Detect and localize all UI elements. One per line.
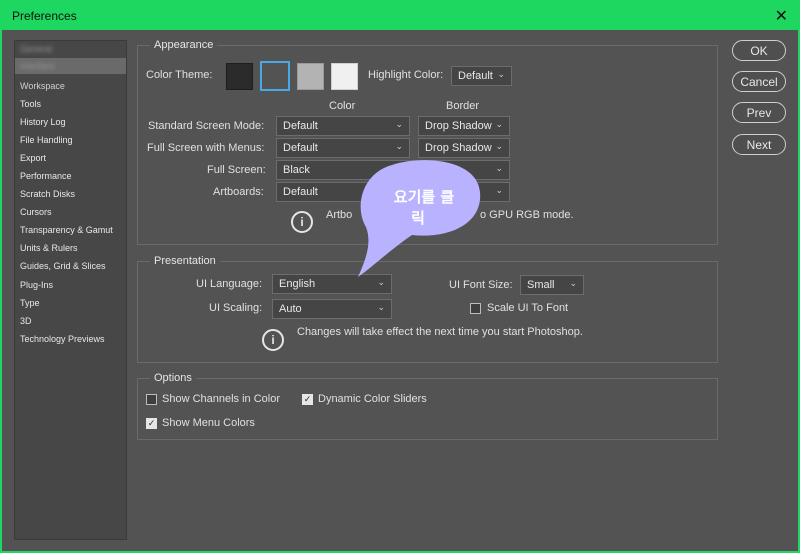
- sidebar-item-performance[interactable]: Performance: [20, 171, 72, 181]
- sidebar-item-guides-grid-slices[interactable]: Guides, Grid & Slices: [20, 261, 106, 271]
- annotation-bubble: 요기를 클 릭: [358, 160, 481, 277]
- scale-ui-to-font-checkbox[interactable]: [470, 303, 481, 314]
- chevron-down-icon: ⌄: [495, 119, 503, 129]
- preferences-window: Preferences ✕ General Interface Workspac…: [0, 0, 800, 553]
- highlight-color-label: Highlight Color:: [368, 69, 444, 81]
- prev-button[interactable]: Prev: [732, 102, 786, 123]
- sidebar-item-transparency-gamut[interactable]: Transparency & Gamut: [20, 225, 113, 235]
- next-button[interactable]: Next: [732, 134, 786, 155]
- ui-scaling-label: UI Scaling:: [209, 302, 263, 314]
- options-title: Options: [150, 372, 196, 384]
- chevron-down-icon: ⌄: [495, 185, 503, 195]
- artboards-note-start: Artbo: [326, 209, 353, 221]
- ui-scaling-dropdown[interactable]: Auto ⌄: [272, 299, 392, 319]
- sidebar-item-type[interactable]: Type: [20, 298, 40, 308]
- ok-button[interactable]: OK: [732, 40, 786, 61]
- full-screen-menus-color-dropdown[interactable]: Default ⌄: [276, 138, 410, 158]
- theme-swatch-darkest[interactable]: [226, 63, 253, 90]
- annotation-text-line2: 릭: [411, 209, 425, 227]
- artboards-note-end: o GPU RGB mode.: [480, 209, 574, 221]
- border-column-header: Border: [446, 100, 480, 112]
- ui-font-size-dropdown[interactable]: Small ⌄: [520, 275, 584, 295]
- highlight-color-value: Default: [458, 70, 493, 82]
- window-title: Preferences: [12, 9, 77, 23]
- info-icon: i: [291, 211, 313, 233]
- full-screen-menus-label: Full Screen with Menus:: [147, 142, 265, 154]
- chevron-down-icon: ⌄: [377, 277, 385, 287]
- chevron-down-icon: ⌄: [395, 141, 403, 151]
- color-column-header: Color: [329, 100, 356, 112]
- info-icon: i: [262, 329, 284, 351]
- scale-ui-to-font-label: Scale UI To Font: [487, 302, 569, 314]
- ui-font-size-value: Small: [527, 279, 555, 291]
- full-screen-menus-border-dropdown[interactable]: Drop Shadow ⌄: [418, 138, 510, 158]
- sidebar-item-scratch-disks[interactable]: Scratch Disks: [20, 189, 75, 199]
- sidebar-item-interface[interactable]: Interface: [20, 61, 55, 71]
- standard-screen-color-value: Default: [283, 120, 318, 132]
- close-icon[interactable]: ✕: [775, 6, 788, 26]
- sidebar-item-technology-previews[interactable]: Technology Previews: [20, 334, 105, 344]
- chevron-down-icon: ⌄: [495, 163, 503, 173]
- sidebar-item-plug-ins[interactable]: Plug-Ins: [20, 280, 53, 290]
- full-screen-label: Full Screen:: [207, 164, 266, 176]
- ui-language-value: English: [279, 278, 316, 290]
- theme-swatch-dark-selected[interactable]: [260, 61, 290, 91]
- chevron-down-icon: ⌄: [377, 302, 385, 312]
- sidebar: General Interface Workspace Tools Histor…: [14, 40, 127, 540]
- sidebar-item-export[interactable]: Export: [20, 153, 46, 163]
- sidebar-item-3d[interactable]: 3D: [20, 316, 32, 326]
- show-menu-colors-label: Show Menu Colors: [162, 417, 255, 429]
- restart-note: Changes will take effect the next time y…: [297, 326, 583, 338]
- ui-scaling-value: Auto: [279, 303, 302, 315]
- ui-font-size-label: UI Font Size:: [449, 279, 513, 291]
- full-screen-menus-border-value: Drop Shadow: [425, 142, 492, 154]
- sidebar-item-file-handling[interactable]: File Handling: [20, 135, 73, 145]
- sidebar-item-tools[interactable]: Tools: [20, 99, 41, 109]
- show-channels-in-color-label: Show Channels in Color: [162, 393, 281, 405]
- artboards-color-value: Default: [283, 186, 318, 198]
- annotation-text-line1: 요기를 클: [394, 188, 455, 206]
- show-channels-in-color-checkbox[interactable]: [146, 394, 157, 405]
- sidebar-item-cursors[interactable]: Cursors: [20, 207, 52, 217]
- chevron-down-icon: ⌄: [395, 119, 403, 129]
- sidebar-item-workspace[interactable]: Workspace: [20, 81, 65, 91]
- chevron-down-icon: ⌄: [497, 69, 505, 79]
- standard-screen-mode-label: Standard Screen Mode:: [148, 120, 265, 132]
- ui-language-label: UI Language:: [196, 278, 263, 290]
- ui-language-dropdown[interactable]: English ⌄: [272, 274, 392, 294]
- theme-swatch-light[interactable]: [297, 63, 324, 90]
- cancel-button[interactable]: Cancel: [732, 71, 786, 92]
- artboards-label: Artboards:: [213, 186, 264, 198]
- sidebar-item-history-log[interactable]: History Log: [20, 117, 66, 127]
- options-group: [137, 378, 718, 440]
- presentation-title: Presentation: [150, 255, 220, 267]
- chevron-down-icon: ⌄: [495, 141, 503, 151]
- appearance-title: Appearance: [150, 39, 218, 51]
- sidebar-item-units-rulers[interactable]: Units & Rulers: [20, 243, 78, 253]
- title-bar: Preferences ✕: [2, 2, 798, 30]
- full-screen-color-value: Black: [283, 164, 310, 176]
- color-theme-label: Color Theme:: [146, 69, 213, 81]
- dynamic-color-sliders-checkbox[interactable]: ✓: [302, 394, 313, 405]
- full-screen-menus-color-value: Default: [283, 142, 318, 154]
- standard-screen-border-value: Drop Shadow: [425, 120, 492, 132]
- chevron-down-icon: ⌄: [569, 278, 577, 288]
- theme-swatch-lightest[interactable]: [331, 63, 358, 90]
- show-menu-colors-checkbox[interactable]: ✓: [146, 418, 157, 429]
- standard-screen-border-dropdown[interactable]: Drop Shadow ⌄: [418, 116, 510, 136]
- sidebar-item-general[interactable]: General: [20, 44, 52, 54]
- standard-screen-color-dropdown[interactable]: Default ⌄: [276, 116, 410, 136]
- highlight-color-dropdown[interactable]: Default ⌄: [451, 66, 512, 86]
- dynamic-color-sliders-label: Dynamic Color Sliders: [318, 393, 427, 405]
